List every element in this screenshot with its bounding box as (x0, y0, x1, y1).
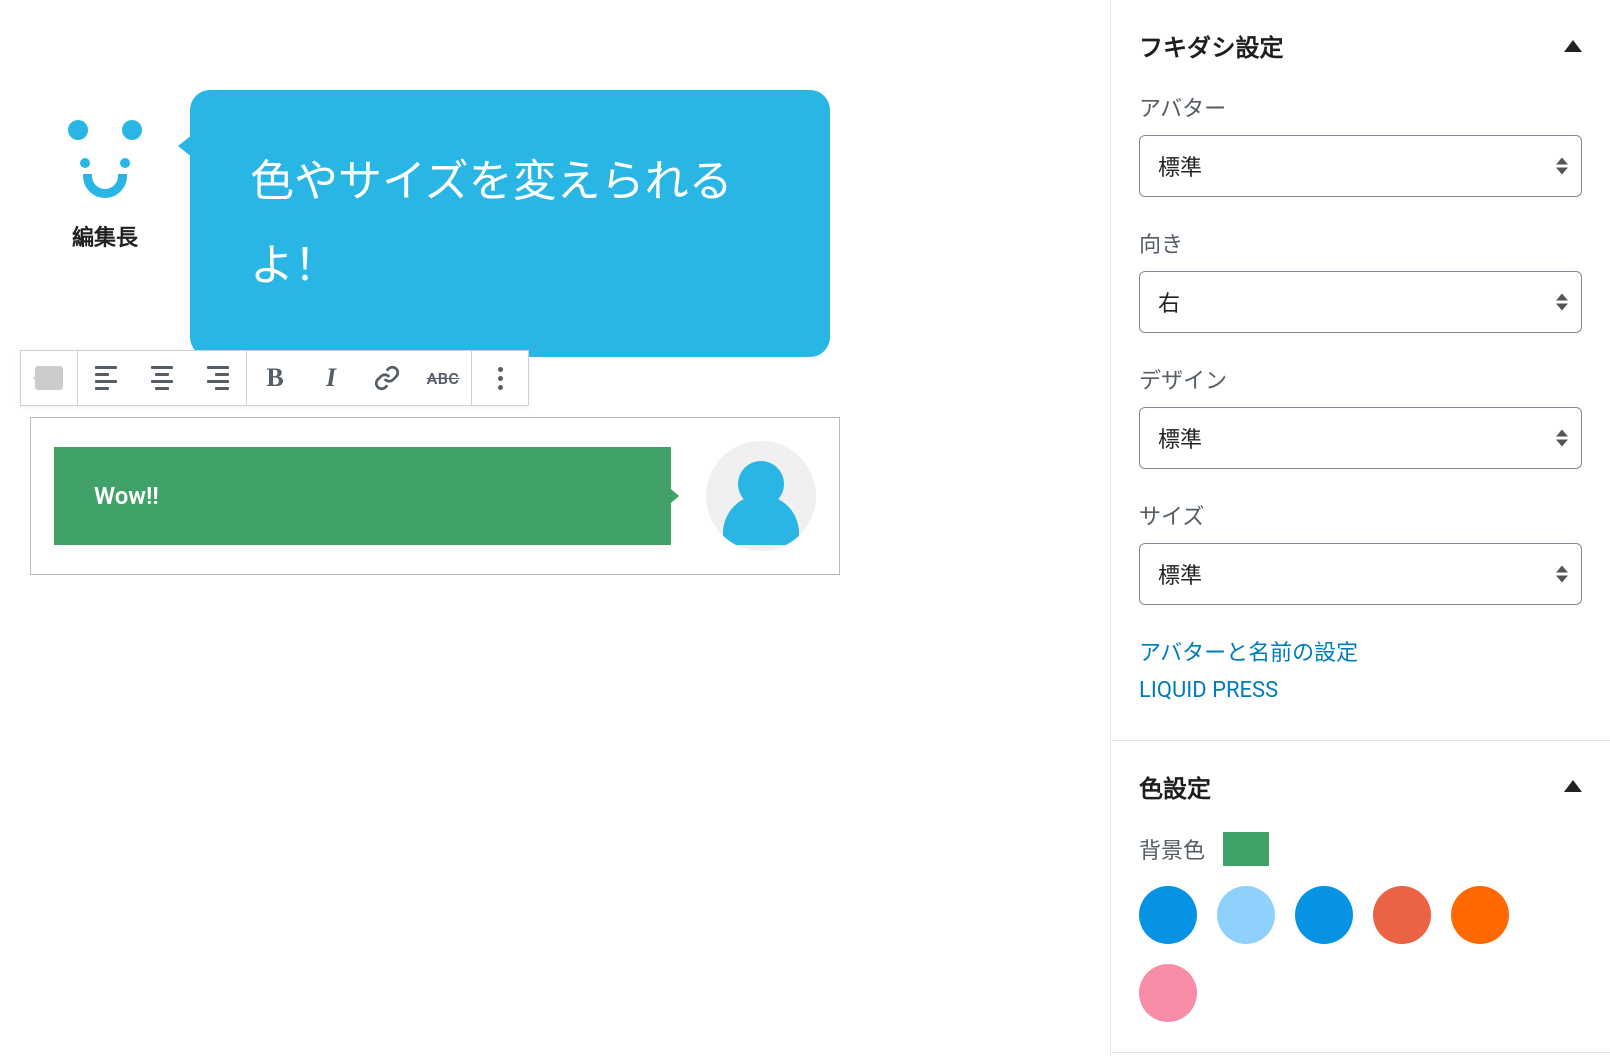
avatar-name: 編集長 (72, 220, 138, 252)
direction-field: 向き 右 (1139, 227, 1582, 333)
liquid-press-link[interactable]: LIQUID PRESS (1139, 672, 1582, 709)
bubble-settings-panel: フキダシ設定 アバター 標準 向き 右 デザイン (1111, 0, 1610, 741)
design-select[interactable]: 標準 (1139, 407, 1582, 469)
bubble-settings-header[interactable]: フキダシ設定 (1139, 0, 1582, 91)
color-option-pink[interactable] (1139, 964, 1197, 1022)
avatar-settings-link[interactable]: アバターと名前の設定 (1139, 635, 1582, 672)
align-right-button[interactable] (190, 351, 246, 405)
more-icon (498, 367, 503, 390)
speech-bubble-blue[interactable]: 色やサイズを変えられるよ！ (190, 90, 830, 357)
color-option-orange[interactable] (1451, 886, 1509, 944)
speech-bubble-block-2-selected[interactable]: Wow!! (30, 417, 840, 575)
speech-bubble-green[interactable]: Wow!! (54, 447, 671, 545)
avatar-left: 編集長 (60, 120, 150, 252)
block-toolbar: B I ABC (20, 350, 529, 406)
italic-button[interactable]: I (303, 351, 359, 405)
more-options-button[interactable] (472, 351, 528, 405)
panel-title: 色設定 (1139, 769, 1211, 804)
size-label: サイズ (1139, 499, 1582, 531)
link-button[interactable] (359, 351, 415, 405)
speech-block-icon (35, 366, 63, 390)
color-option-blue[interactable] (1139, 886, 1197, 944)
block-type-button[interactable] (21, 351, 77, 405)
color-option-blue2[interactable] (1295, 886, 1353, 944)
italic-icon: I (326, 363, 336, 393)
color-palette (1139, 886, 1582, 1022)
align-right-icon (207, 366, 229, 390)
direction-select[interactable]: 右 (1139, 271, 1582, 333)
direction-label: 向き (1139, 227, 1582, 259)
avatar-label: アバター (1139, 91, 1582, 123)
size-field: サイズ 標準 (1139, 499, 1582, 605)
strikethrough-icon: ABC (427, 369, 460, 388)
speech-bubble-block-1: 編集長 色やサイズを変えられるよ！ (60, 90, 1080, 357)
avatar-right (706, 441, 816, 551)
strikethrough-button[interactable]: ABC (415, 351, 471, 405)
panel-title: フキダシ設定 (1139, 28, 1283, 63)
bold-button[interactable]: B (247, 351, 303, 405)
avatar-select[interactable]: 標準 (1139, 135, 1582, 197)
design-field: デザイン 標準 (1139, 363, 1582, 469)
bear-avatar-icon (60, 120, 150, 200)
chevron-up-icon (1564, 40, 1582, 52)
color-settings-header[interactable]: 色設定 (1139, 741, 1582, 832)
align-center-icon (151, 366, 173, 390)
background-color-label: 背景色 (1139, 833, 1205, 865)
align-left-icon (95, 366, 117, 390)
design-label: デザイン (1139, 363, 1582, 395)
align-center-button[interactable] (134, 351, 190, 405)
size-select[interactable]: 標準 (1139, 543, 1582, 605)
background-color-swatch (1223, 832, 1269, 866)
chevron-up-icon (1564, 780, 1582, 792)
link-icon (374, 365, 400, 391)
color-option-red[interactable] (1373, 886, 1431, 944)
color-option-lightblue[interactable] (1217, 886, 1275, 944)
align-left-button[interactable] (78, 351, 134, 405)
settings-sidebar: フキダシ設定 アバター 標準 向き 右 デザイン (1110, 0, 1610, 1056)
bold-icon: B (266, 363, 283, 393)
color-settings-panel: 色設定 背景色 (1111, 741, 1610, 1053)
editor-canvas: 編集長 色やサイズを変えられるよ！ (0, 0, 1110, 1056)
avatar-field: アバター 標準 (1139, 91, 1582, 197)
